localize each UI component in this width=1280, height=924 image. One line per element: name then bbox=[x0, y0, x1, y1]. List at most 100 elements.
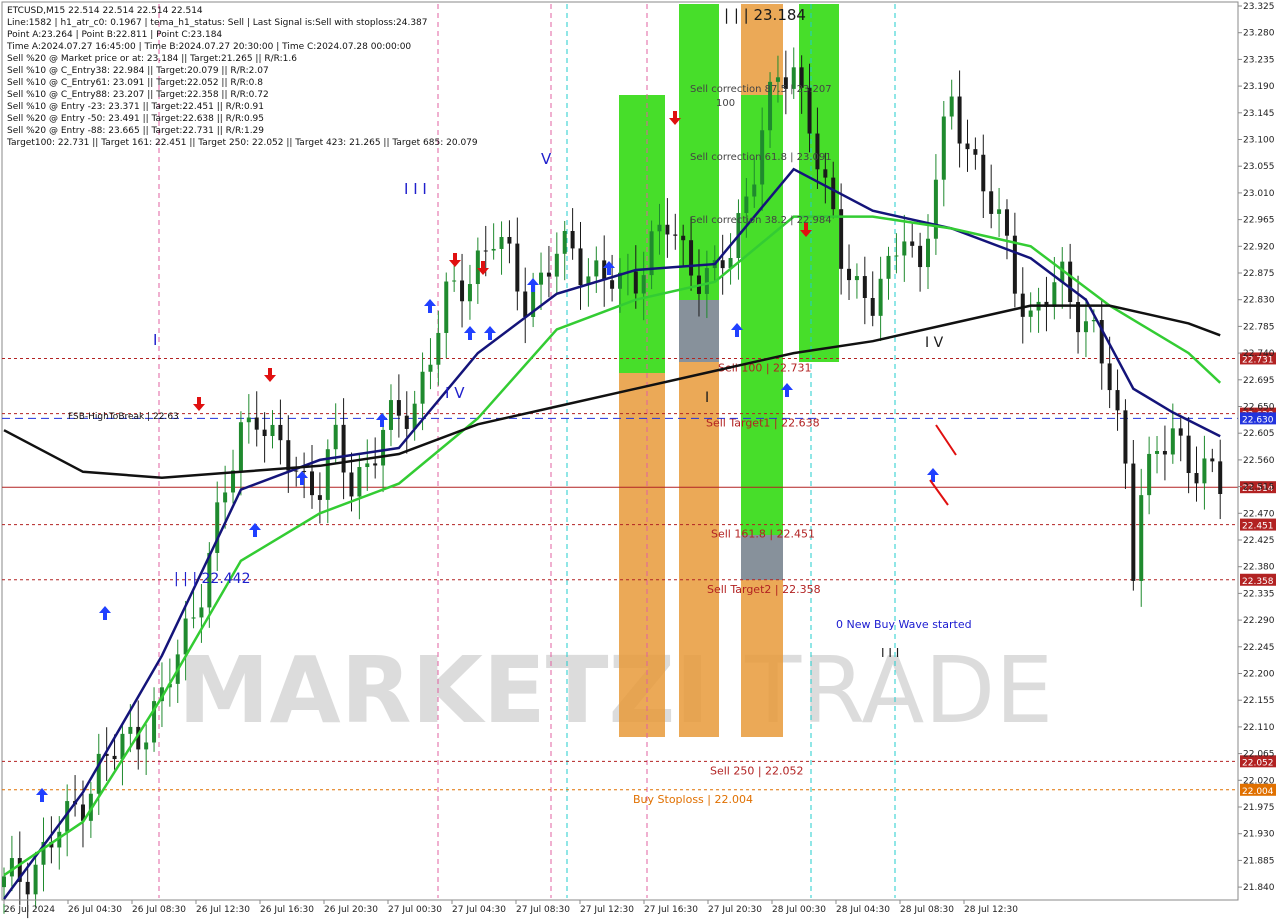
candle-body bbox=[286, 440, 291, 471]
candle-body bbox=[428, 364, 433, 372]
price-level-tag: 22.358 bbox=[1242, 577, 1274, 587]
wave-mark-1: I bbox=[153, 331, 157, 349]
candle-body bbox=[25, 881, 30, 895]
price-level-label: Sell 161.8 | 22.451 bbox=[711, 528, 815, 541]
watermark: MARKETZI TRADE bbox=[178, 637, 1053, 744]
price-level-tag: 22.451 bbox=[1242, 522, 1274, 532]
candle-body bbox=[278, 424, 283, 441]
candle-body bbox=[112, 755, 117, 760]
candle-body bbox=[191, 617, 196, 619]
y-tick-label: 22.110 bbox=[1243, 723, 1275, 733]
wave-mark-5: I V bbox=[925, 335, 944, 351]
candle-body bbox=[246, 417, 251, 423]
y-tick-label: 21.930 bbox=[1243, 830, 1275, 840]
candle-body bbox=[144, 742, 149, 750]
y-tick-label: 22.155 bbox=[1243, 696, 1275, 706]
y-tick-label: 22.065 bbox=[1243, 750, 1275, 760]
price-level-label: Buy Stoploss | 22.004 bbox=[633, 793, 753, 806]
y-tick-label: 22.290 bbox=[1243, 616, 1275, 626]
y-tick-label: 22.200 bbox=[1243, 670, 1275, 680]
x-tick-label: 27 Jul 20:30 bbox=[708, 905, 762, 915]
info-line: Line:1582 | h1_atr_c0: 0.1967 | tema_h1_… bbox=[7, 18, 428, 28]
wave-mark-7: I I I bbox=[881, 646, 899, 660]
new-buy-wave-label: 0 New Buy Wave started bbox=[836, 618, 972, 631]
y-tick-label: 23.010 bbox=[1243, 189, 1275, 199]
candle-body bbox=[1020, 293, 1025, 317]
candle-body bbox=[436, 332, 441, 365]
y-tick-label: 22.965 bbox=[1243, 216, 1275, 226]
candle-body bbox=[981, 154, 986, 192]
y-axis: 22.73122.63822.63022.51422.45122.35822.0… bbox=[1237, 2, 1276, 900]
x-axis: 26 Jul 2024 26 Jul 04:30 26 Jul 08:30 26 Ju… bbox=[2, 899, 1238, 915]
y-tick-label: 22.785 bbox=[1243, 322, 1275, 332]
y-tick-label: 23.145 bbox=[1243, 109, 1275, 119]
x-tick-label: 27 Jul 16:30 bbox=[644, 905, 698, 915]
candle-body bbox=[610, 280, 615, 289]
info-line: Sell %10 @ C_Entry88: 23.207 || Target:2… bbox=[7, 90, 269, 100]
candle-body bbox=[231, 470, 236, 493]
candle-body bbox=[373, 463, 378, 466]
candle-body bbox=[752, 184, 757, 197]
candle-body bbox=[302, 470, 307, 472]
x-tick-label: 26 Jul 16:30 bbox=[260, 905, 314, 915]
candle-body bbox=[775, 77, 780, 82]
y-tick-label: 22.920 bbox=[1243, 242, 1275, 252]
candle-body bbox=[128, 726, 133, 734]
x-tick-label: 26 Jul 04:30 bbox=[68, 905, 122, 915]
y-tick-label: 21.840 bbox=[1243, 883, 1275, 893]
candle-body bbox=[1107, 363, 1112, 391]
candle-body bbox=[475, 250, 480, 285]
candle-body bbox=[1218, 461, 1223, 495]
y-tick-label: 23.055 bbox=[1243, 162, 1275, 172]
y-tick-label: 22.695 bbox=[1243, 376, 1275, 386]
candle-body bbox=[1004, 209, 1009, 236]
candle-body bbox=[886, 255, 891, 279]
candle-body bbox=[910, 241, 915, 246]
signal-zone-7 bbox=[741, 535, 783, 580]
candle-body bbox=[1155, 451, 1160, 454]
candle-body bbox=[673, 234, 678, 236]
info-line: Sell %10 @ Entry -23: 23.371 || Target:2… bbox=[7, 102, 264, 112]
candle-body bbox=[1202, 458, 1207, 484]
info-line: Time A:2024.07.27 16:45:00 | Time B:2024… bbox=[6, 42, 411, 52]
y-tick-label: 22.560 bbox=[1243, 456, 1275, 466]
candle-body bbox=[404, 415, 409, 429]
y-tick-label: 22.425 bbox=[1243, 536, 1275, 546]
x-tick-label: 28 Jul 08:30 bbox=[900, 905, 954, 915]
candle-body bbox=[215, 502, 220, 553]
info-line: Target100: 22.731 || Target 161: 22.451 … bbox=[6, 138, 478, 148]
price-level-label: Sell Target2 | 22.358 bbox=[707, 583, 821, 596]
candle-body bbox=[317, 495, 322, 500]
y-tick-label: 23.280 bbox=[1243, 29, 1275, 39]
info-line: Sell %20 @ Market price or at: 23.184 ||… bbox=[7, 54, 297, 64]
candle-body bbox=[539, 272, 544, 285]
y-tick-label: 21.885 bbox=[1243, 856, 1275, 866]
info-line: ETCUSD,M15 22.514 22.514 22.514 22.514 bbox=[7, 6, 203, 16]
candle-body bbox=[420, 371, 425, 404]
candle-body bbox=[333, 424, 338, 450]
candle-body bbox=[823, 169, 828, 178]
x-tick-label: 26 Jul 20:30 bbox=[324, 905, 378, 915]
candle-body bbox=[1083, 321, 1088, 333]
candle-body bbox=[918, 245, 923, 268]
wave-mark-4: I V bbox=[445, 384, 465, 402]
candle-body bbox=[365, 463, 370, 468]
candle-body bbox=[460, 280, 465, 302]
candle-body bbox=[2, 876, 6, 888]
candle-body bbox=[1186, 435, 1191, 474]
candle-body bbox=[452, 280, 457, 282]
candle-body bbox=[1052, 282, 1057, 307]
candle-body bbox=[665, 224, 670, 235]
candle-body bbox=[562, 230, 567, 254]
candle-body bbox=[894, 255, 899, 257]
signal-zone-1 bbox=[619, 373, 665, 737]
y-tick-label: 22.605 bbox=[1243, 429, 1275, 439]
x-tick-label: 26 Jul 08:30 bbox=[132, 905, 186, 915]
candle-body bbox=[546, 272, 551, 277]
candle-body bbox=[681, 235, 686, 241]
price-level-label: Sell 250 | 22.052 bbox=[710, 764, 804, 777]
candle-body bbox=[96, 753, 101, 794]
candle-body bbox=[467, 284, 472, 302]
candle-body bbox=[989, 191, 994, 214]
info-line: Point A:23.264 | Point B:22.811 | Point … bbox=[7, 30, 222, 40]
